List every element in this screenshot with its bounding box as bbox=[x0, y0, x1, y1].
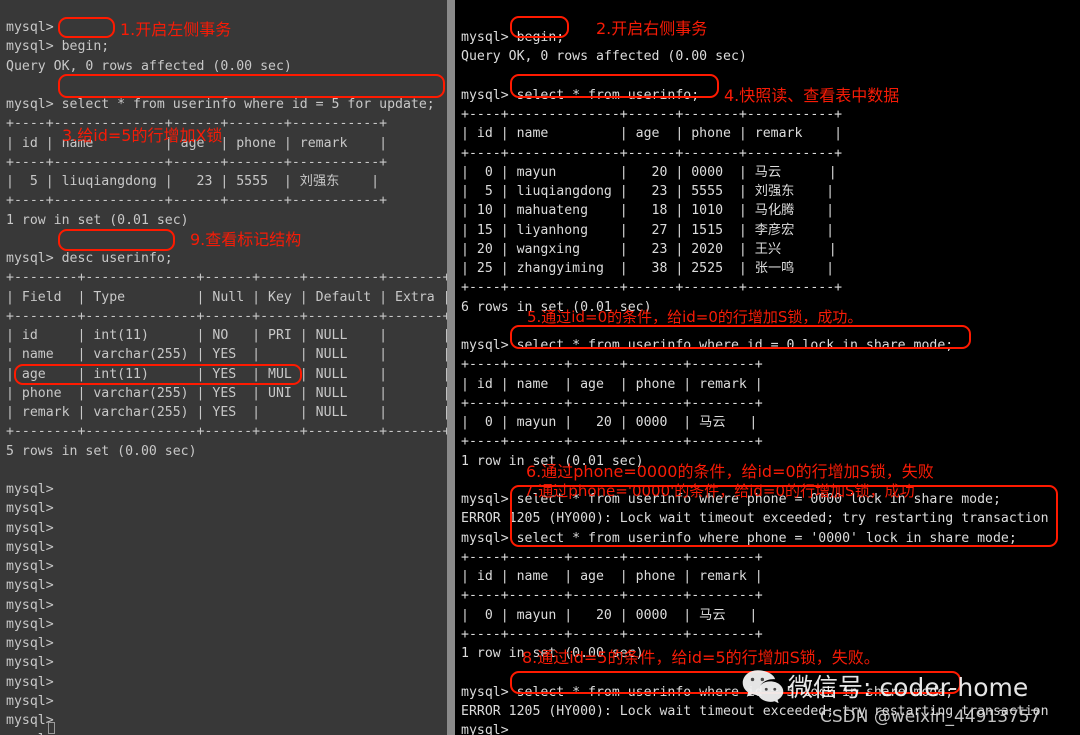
wechat-watermark-label: 微信号: coder-home bbox=[788, 673, 1029, 702]
annotation-8: 8.通过id=5的条件，给id=5的行增加S锁，失败。 bbox=[522, 648, 880, 667]
left-terminal-scrollbar[interactable] bbox=[447, 0, 455, 735]
terminal-cursor bbox=[48, 722, 55, 734]
annotation-5: 5.通过id=0的条件，给id=0的行增加S锁，成功。 bbox=[527, 308, 863, 326]
left-terminal-pane[interactable]: mysql> mysql> begin; Query OK, 0 rows af… bbox=[0, 0, 447, 735]
annotation-6: 6.通过phone=0000的条件，给id=0的行增加S锁，失败 bbox=[526, 462, 934, 481]
csdn-watermark: CSDN @weixin_44913757 bbox=[820, 707, 1041, 727]
annotation-3: 3.给id=5的行增加X锁 bbox=[62, 126, 223, 145]
left-terminal-output: mysql> mysql> begin; Query OK, 0 rows af… bbox=[6, 20, 447, 735]
right-terminal-pane[interactable]: mysql> begin; Query OK, 0 rows affected … bbox=[455, 0, 1080, 735]
annotation-2: 2.开启右侧事务 bbox=[596, 19, 708, 38]
annotation-1: 1.开启左侧事务 bbox=[120, 20, 232, 39]
screenshot-root: mysql> mysql> begin; Query OK, 0 rows af… bbox=[0, 0, 1080, 735]
wechat-watermark: 微信号: coder-home bbox=[742, 668, 1028, 704]
wechat-icon bbox=[742, 670, 784, 703]
annotation-9: 9.查看标记结构 bbox=[190, 230, 302, 249]
right-terminal-output: mysql> begin; Query OK, 0 rows affected … bbox=[461, 30, 1049, 735]
annotation-4: 4.快照读、查看表中数据 bbox=[724, 86, 900, 105]
annotation-7: 7.通过phone='0000'的条件，给id=0的行增加S锁，成功 bbox=[524, 482, 915, 500]
